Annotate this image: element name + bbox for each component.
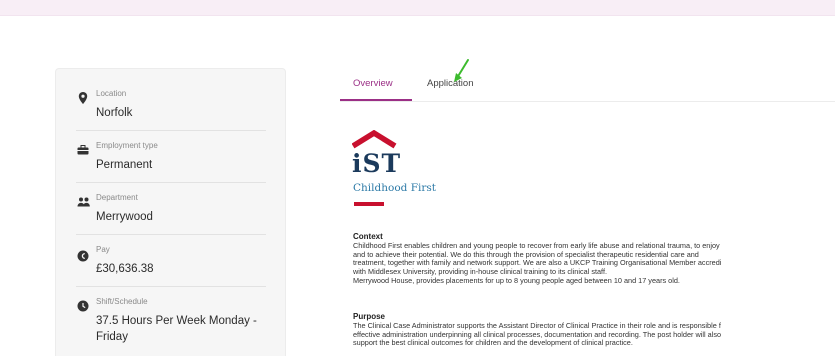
top-banner <box>0 0 835 16</box>
tab-overview[interactable]: Overview <box>353 78 393 90</box>
annotation-arrow-icon <box>454 59 469 82</box>
location-label: Location <box>96 89 127 98</box>
location-pin-icon <box>76 91 90 105</box>
shift-schedule-line: Friday <box>96 331 128 343</box>
logo-underline <box>354 202 384 206</box>
divider <box>76 130 266 131</box>
divider <box>76 182 266 183</box>
location-value: Norfolk <box>96 107 133 119</box>
department-label: Department <box>96 193 138 202</box>
job-tabs: Overview Application <box>340 70 835 102</box>
shift-schedule-line: 37.5 Hours Per Week Monday - <box>96 315 257 327</box>
paragraph-line: Merrywood House, provides placements for… <box>353 275 680 285</box>
context-section: Context Childhood First enables children… <box>353 232 835 286</box>
shift-schedule-label: Shift/Schedule <box>96 297 148 306</box>
purpose-section: Purpose The Clinical Case Administrator … <box>353 312 835 348</box>
employment-type-label: Employment type <box>96 141 158 150</box>
sidebar-item-location: Location Norfolk <box>56 89 287 121</box>
sidebar-item-department: Department Merrywood <box>56 193 287 225</box>
active-tab-indicator <box>340 99 412 101</box>
currency-icon <box>76 249 90 263</box>
briefcase-icon <box>76 143 90 157</box>
department-value: Merrywood <box>96 211 153 223</box>
paragraph-line: support the best clinical outcomes for c… <box>353 338 633 348</box>
sidebar-item-employment-type: Employment type Permanent <box>56 141 287 173</box>
shift-schedule-value: 37.5 Hours Per Week Monday - Friday <box>96 313 287 345</box>
divider <box>76 234 266 235</box>
clock-icon <box>76 299 90 313</box>
company-logo: iST Childhood First <box>352 130 452 210</box>
sidebar-item-shift-schedule: Shift/Schedule 37.5 Hours Per Week Monda… <box>56 297 287 345</box>
sidebar-item-pay: Pay £30,636.38 <box>56 245 287 277</box>
pay-value: £30,636.38 <box>96 263 154 275</box>
logo-wordmark: iST <box>352 149 402 178</box>
roof-icon <box>352 130 397 149</box>
employment-type-value: Permanent <box>96 159 153 171</box>
people-icon <box>76 195 90 209</box>
pay-label: Pay <box>96 245 110 254</box>
job-details-sidebar: Location Norfolk Employment type Permane… <box>55 68 286 356</box>
logo-subtitle: Childhood First <box>353 182 436 194</box>
divider <box>76 286 266 287</box>
